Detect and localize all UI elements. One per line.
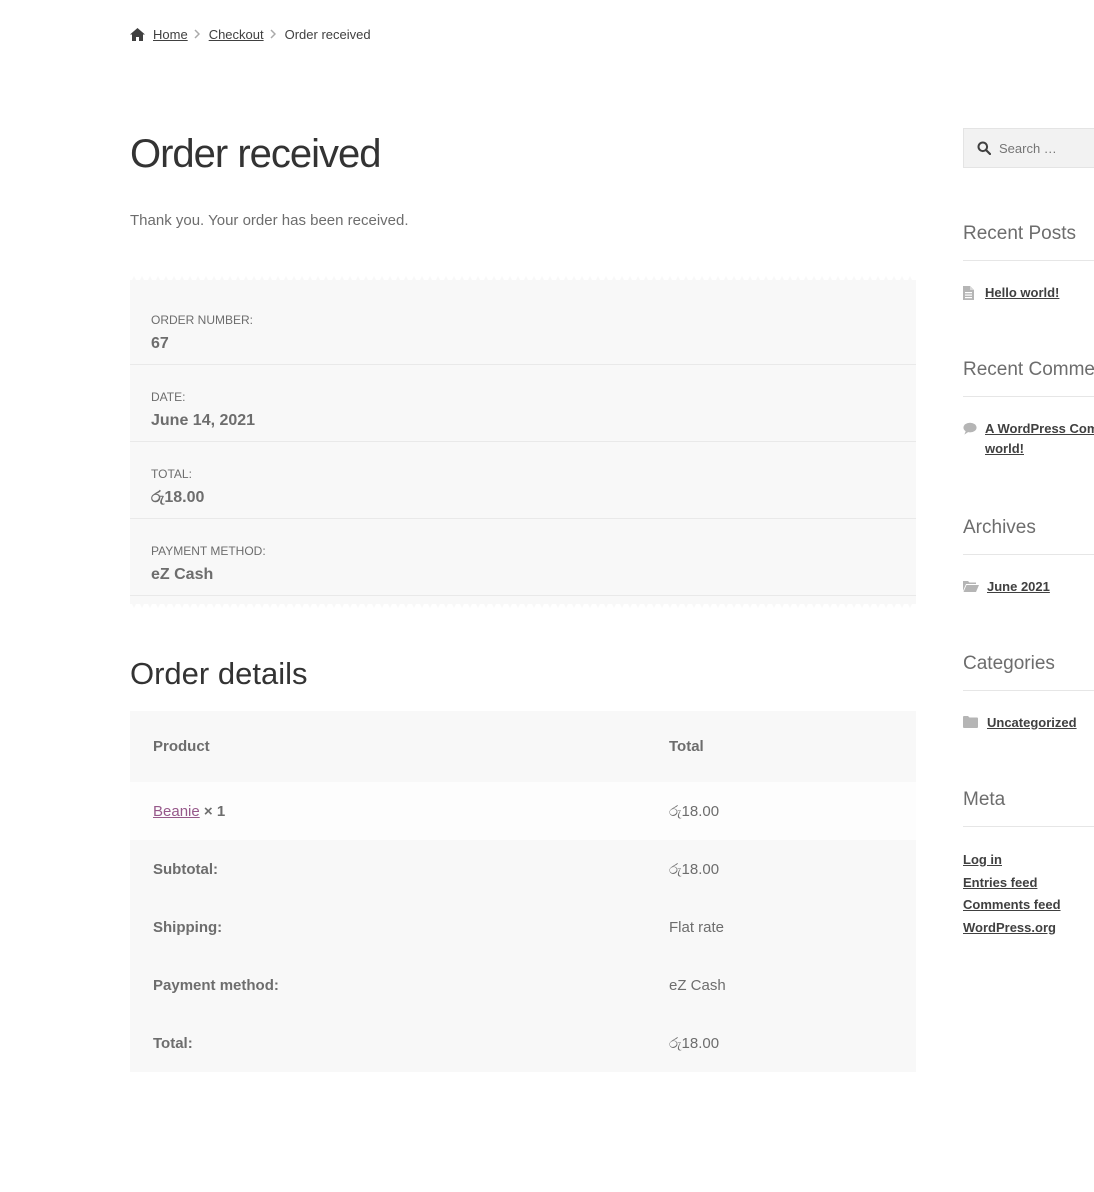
table-header-row: Product Total xyxy=(130,711,916,782)
archives-widget: Archives June 2021 xyxy=(963,517,1094,597)
zigzag-bottom-edge xyxy=(130,600,916,608)
shipping-label: Shipping: xyxy=(130,898,646,956)
category-link[interactable]: Uncategorized xyxy=(987,713,1077,733)
comment-icon xyxy=(963,422,977,436)
comments-feed-link[interactable]: Comments feed xyxy=(963,897,1061,912)
entries-feed-link[interactable]: Entries feed xyxy=(963,875,1037,890)
search-icon[interactable] xyxy=(977,141,991,155)
order-date-item: Date: June 14, 2021 xyxy=(130,365,916,442)
payment-method-row-label: Payment method: xyxy=(130,956,646,1014)
recent-comment-post-link[interactable]: world! xyxy=(985,439,1094,459)
order-total-label: Total: xyxy=(151,467,192,481)
categories-list: Uncategorized xyxy=(963,713,1094,733)
shipping-row: Shipping: Flat rate xyxy=(130,898,916,956)
product-column-header: Product xyxy=(130,711,646,782)
chevron-right-icon xyxy=(194,29,200,39)
recent-post-link[interactable]: Hello world! xyxy=(985,283,1059,303)
page-title: Order received xyxy=(130,132,382,176)
breadcrumb-checkout-link[interactable]: Checkout xyxy=(209,27,264,42)
folder-open-icon xyxy=(963,580,979,594)
list-item: Comments feed xyxy=(963,894,1094,917)
wordpress-org-link[interactable]: WordPress.org xyxy=(963,920,1056,935)
payment-method-value: eZ Cash xyxy=(151,566,214,583)
total-column-header: Total xyxy=(646,711,916,782)
breadcrumb-home-link[interactable]: Home xyxy=(153,27,188,42)
list-item: A WordPress Commenter on Hello world! xyxy=(963,419,1094,459)
list-item: June 2021 xyxy=(963,577,1094,597)
recent-comments-title: Recent Comments xyxy=(963,359,1094,397)
document-icon xyxy=(963,286,977,300)
payment-method-item: Payment method: eZ Cash xyxy=(130,519,916,596)
order-number-label: Order number: xyxy=(151,313,254,327)
product-total-cell: රු18.00 xyxy=(646,782,916,840)
payment-method-row: Payment method: eZ Cash xyxy=(130,956,916,1014)
product-cell: Beanie × 1 xyxy=(130,782,646,840)
meta-list: Log in Entries feed Comments feed WordPr… xyxy=(963,849,1094,939)
recent-comment-link[interactable]: A WordPress Commenter on Hello xyxy=(985,419,1094,439)
total-value: රු18.00 xyxy=(646,1014,916,1072)
table-row: Beanie × 1 රු18.00 xyxy=(130,782,916,840)
archive-link[interactable]: June 2021 xyxy=(987,577,1050,597)
shipping-value: Flat rate xyxy=(646,898,916,956)
folder-icon xyxy=(963,716,979,730)
search-form xyxy=(963,128,1094,168)
breadcrumb-current: Order received xyxy=(284,26,371,42)
meta-title: Meta xyxy=(963,789,1094,827)
thank-you-message: Thank you. Your order has been received. xyxy=(130,212,409,229)
subtotal-row: Subtotal: රු18.00 xyxy=(130,840,916,898)
total-row: Total: රු18.00 xyxy=(130,1014,916,1072)
recent-posts-widget: Recent Posts Hello world! xyxy=(963,223,1094,303)
order-overview: Order number: 67 Date: June 14, 2021 Tot… xyxy=(130,276,916,608)
search-input[interactable] xyxy=(999,140,1094,156)
home-icon xyxy=(130,27,145,41)
sidebar: Recent Posts Hello world! Recent Comment… xyxy=(963,128,1094,939)
categories-widget: Categories Uncategorized xyxy=(963,653,1094,733)
list-item: WordPress.org xyxy=(963,917,1094,940)
categories-title: Categories xyxy=(963,653,1094,691)
recent-posts-title: Recent Posts xyxy=(963,223,1094,261)
archives-list: June 2021 xyxy=(963,577,1094,597)
recent-comments-widget: Recent Comments A WordPress Commenter on… xyxy=(963,359,1094,459)
payment-method-label: Payment method: xyxy=(151,544,266,558)
order-date-value: June 14, 2021 xyxy=(151,412,256,429)
chevron-right-icon xyxy=(270,29,276,39)
breadcrumb: Home Checkout Order received xyxy=(130,25,371,43)
meta-widget: Meta Log in Entries feed Comments feed W… xyxy=(963,789,1094,939)
subtotal-value: රු18.00 xyxy=(646,840,916,898)
order-total-value: රු18.00 xyxy=(151,489,205,506)
order-number-item: Order number: 67 xyxy=(130,288,916,365)
product-link-beanie[interactable]: Beanie xyxy=(153,803,200,820)
recent-posts-list: Hello world! xyxy=(963,283,1094,303)
product-quantity: × 1 xyxy=(203,802,226,820)
login-link[interactable]: Log in xyxy=(963,852,1002,867)
search-widget xyxy=(963,128,1094,168)
total-label: Total: xyxy=(130,1014,646,1072)
subtotal-label: Subtotal: xyxy=(130,840,646,898)
order-details-table: Product Total Beanie × 1 රු18.00 Subtota… xyxy=(130,711,916,1072)
main-content: Order received Thank you. Your order has… xyxy=(130,120,916,1072)
recent-comment-text: A WordPress Commenter on Hello world! xyxy=(985,419,1094,459)
list-item: Uncategorized xyxy=(963,713,1094,733)
list-item: Entries feed xyxy=(963,872,1094,895)
zigzag-top-edge xyxy=(130,276,916,284)
recent-comments-list: A WordPress Commenter on Hello world! xyxy=(963,419,1094,459)
archives-title: Archives xyxy=(963,517,1094,555)
order-number-value: 67 xyxy=(151,335,169,352)
order-details-title: Order details xyxy=(130,656,308,691)
list-item: Log in xyxy=(963,849,1094,872)
order-total-item: Total: රු18.00 xyxy=(130,442,916,519)
payment-method-row-value: eZ Cash xyxy=(646,956,916,1014)
order-date-label: Date: xyxy=(151,390,186,404)
list-item: Hello world! xyxy=(963,283,1094,303)
